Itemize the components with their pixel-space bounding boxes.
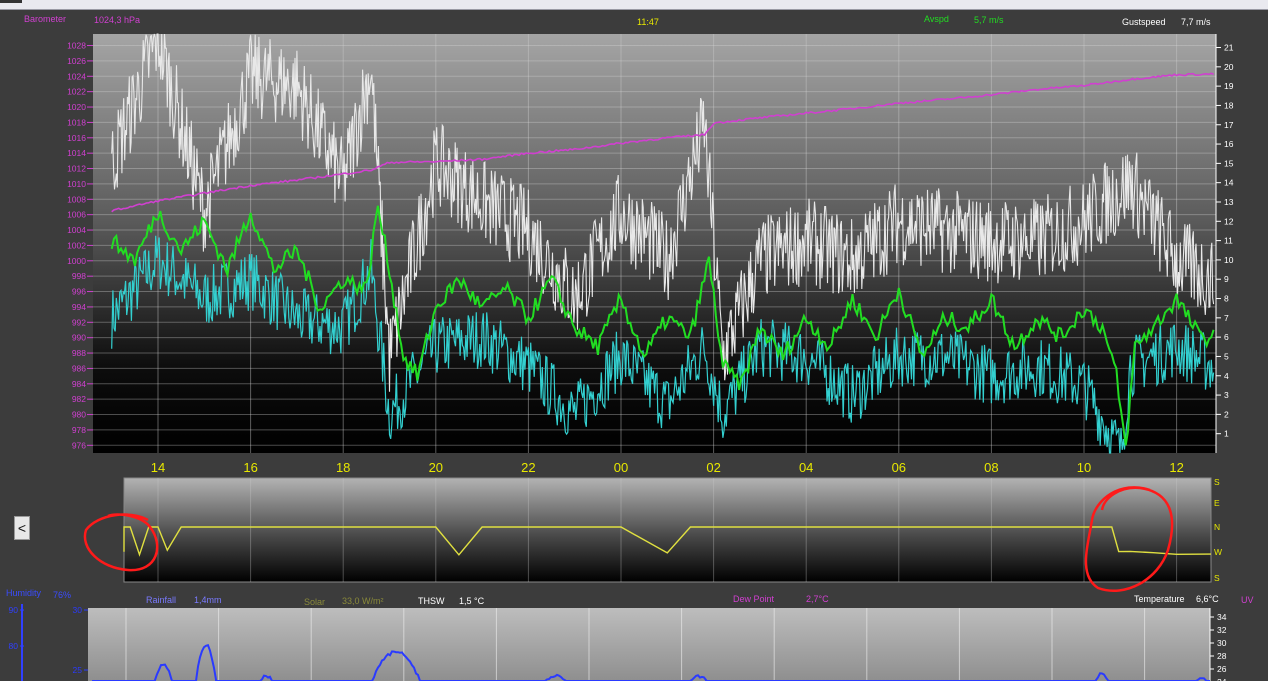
y-right-tick-label: 14: [1224, 178, 1234, 188]
solar-value: 33,0 W/m²: [342, 596, 384, 606]
temperature-tick-label: 30: [1217, 638, 1227, 648]
humidity-tick-label: 80: [9, 641, 19, 651]
y-right-tick-label: 13: [1224, 197, 1234, 207]
y-left-tick-label: 1000: [67, 256, 86, 266]
barometer-value: 1024,3 hPa: [94, 15, 141, 25]
y-right-tick-label: 21: [1224, 43, 1234, 53]
y-left-tick-label: 998: [72, 271, 86, 281]
y-left-tick-label: 1026: [67, 56, 86, 66]
temperature-tick-label: 32: [1217, 625, 1227, 635]
dewpoint-label: Dew Point: [733, 594, 775, 604]
y-right-tick-label: 18: [1224, 100, 1234, 110]
temperature-tick-label: 34: [1217, 612, 1227, 622]
y-left-tick-label: 1014: [67, 148, 86, 158]
y-right-tick-label: 2: [1224, 409, 1229, 419]
rainfall-label: Rainfall: [146, 595, 177, 605]
y-left-tick-label: 976: [72, 440, 86, 450]
humidity-label: Humidity: [6, 588, 42, 598]
y-left-tick-label: 994: [72, 302, 86, 312]
temperature-tick-label: 28: [1217, 651, 1227, 661]
gust-label: Gustspeed: [1122, 17, 1166, 27]
x-tick-label: 14: [151, 460, 165, 475]
humidity-tick-label: 90: [9, 605, 19, 615]
x-tick-label: 04: [799, 460, 813, 475]
thsw-value: 1,5 °C: [459, 596, 485, 606]
y-left-tick-label: 996: [72, 287, 86, 297]
x-tick-label: 16: [243, 460, 257, 475]
y-left-tick-label: 1018: [67, 117, 86, 127]
y-left-tick-label: 1024: [67, 71, 86, 81]
y-left-tick-label: 990: [72, 333, 86, 343]
y-left-tick-label: 1010: [67, 179, 86, 189]
y-right-tick-label: 3: [1224, 390, 1229, 400]
x-tick-label: 10: [1077, 460, 1091, 475]
x-tick-label: 20: [429, 460, 443, 475]
y-right-tick-label: 17: [1224, 120, 1234, 130]
y-right-tick-label: 10: [1224, 255, 1234, 265]
x-tick-label: 22: [521, 460, 535, 475]
temperature-tick-label: 24: [1217, 677, 1227, 681]
y-right-tick-label: 8: [1224, 294, 1229, 304]
y-left-tick-label: 992: [72, 317, 86, 327]
x-tick-label: 12: [1169, 460, 1183, 475]
y-left-tick-label: 1004: [67, 225, 86, 235]
y-right-tick-label: 7: [1224, 313, 1229, 323]
direction-tick-label: N: [1214, 522, 1220, 532]
y-left-tick-label: 1012: [67, 164, 86, 174]
y-left-tick-label: 980: [72, 410, 86, 420]
x-tick-label: 18: [336, 460, 350, 475]
humidity-value: 76%: [53, 590, 72, 600]
x-tick-label: 08: [984, 460, 998, 475]
y-right-tick-label: 12: [1224, 216, 1234, 226]
y-right-tick-label: 6: [1224, 332, 1229, 342]
x-tick-label: 00: [614, 460, 628, 475]
rain-tick-label: 25: [73, 665, 83, 675]
dewpoint-value: 2,7°C: [806, 594, 829, 604]
direction-tick-label: W: [1214, 547, 1222, 557]
direction-plot-area: [123, 477, 1212, 583]
y-right-tick-label: 19: [1224, 81, 1234, 91]
y-right-tick-label: 20: [1224, 62, 1234, 72]
x-tick-label: 06: [892, 460, 906, 475]
y-left-tick-label: 1002: [67, 240, 86, 250]
y-left-tick-label: 1008: [67, 194, 86, 204]
y-left-tick-label: 982: [72, 394, 86, 404]
y-left-tick-label: 988: [72, 348, 86, 358]
x-tick-label: 02: [706, 460, 720, 475]
weather-chart: 14 16 18 20 22 00 02 04 06 08 10 121028102610241022…: [9, 33, 1234, 681]
y-left-tick-label: 1006: [67, 210, 86, 220]
gust-value: 7,7 m/s: [1181, 17, 1211, 27]
previous-period-button[interactable]: <: [14, 516, 30, 540]
current-time: 11:47: [637, 17, 659, 27]
y-left-tick-label: 978: [72, 425, 86, 435]
avg-speed-value: 5,7 m/s: [974, 15, 1004, 25]
y-left-tick-label: 986: [72, 363, 86, 373]
y-right-tick-label: 4: [1224, 371, 1229, 381]
y-right-tick-label: 9: [1224, 274, 1229, 284]
rain-tick-label: 30: [73, 605, 83, 615]
y-left-tick-label: 1022: [67, 87, 86, 97]
thsw-label: THSW: [418, 596, 445, 606]
temperature-value: 6,6°C: [1196, 594, 1219, 604]
direction-tick-label: E: [1214, 498, 1220, 508]
y-left-tick-label: 1028: [67, 41, 86, 51]
lower-plot-area: [88, 608, 1210, 681]
y-left-tick-label: 1016: [67, 133, 86, 143]
solar-label: Solar: [304, 597, 326, 607]
avg-speed-label: Avspd: [924, 14, 949, 24]
barometer-label: Barometer: [24, 14, 67, 24]
y-right-tick-label: 1: [1224, 429, 1229, 439]
direction-tick-label: S: [1214, 477, 1220, 487]
y-right-tick-label: 5: [1224, 351, 1229, 361]
y-right-tick-label: 16: [1224, 139, 1234, 149]
temperature-label: Temperature: [1134, 594, 1185, 604]
y-left-tick-label: 1020: [67, 102, 86, 112]
rainfall-value: 1,4mm: [194, 595, 222, 605]
direction-tick-label: S: [1214, 573, 1220, 583]
y-right-tick-label: 15: [1224, 158, 1234, 168]
y-right-tick-label: 11: [1224, 236, 1233, 246]
uv-label: UV: [1241, 595, 1254, 605]
y-left-tick-label: 984: [72, 379, 86, 389]
temperature-tick-label: 26: [1217, 664, 1227, 674]
